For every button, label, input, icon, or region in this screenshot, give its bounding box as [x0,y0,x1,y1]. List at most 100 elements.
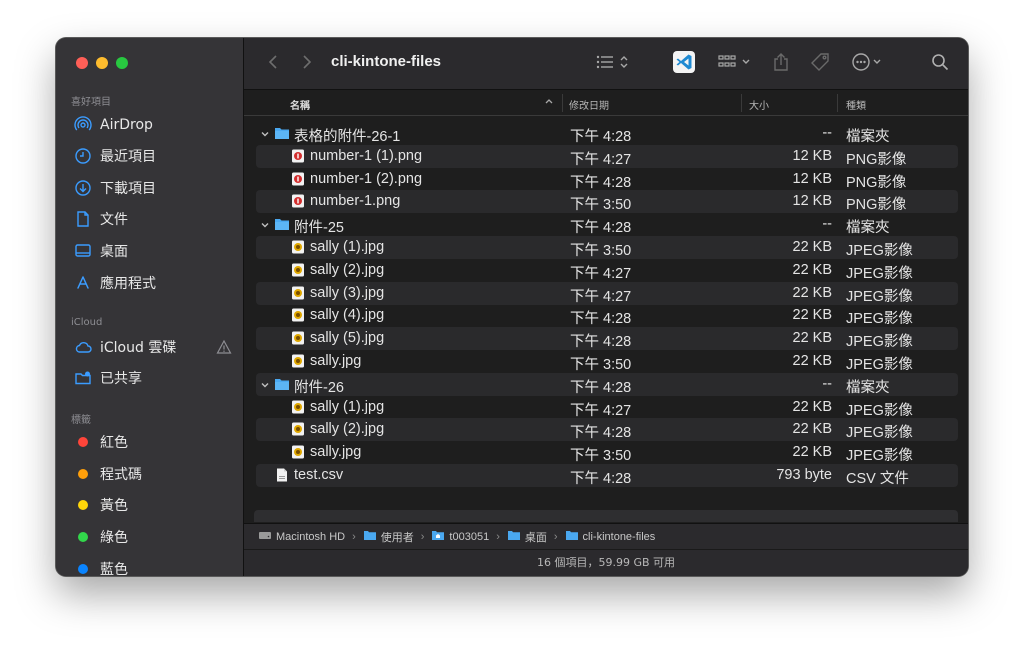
sidebar-item-label: 應用程式 [100,276,156,292]
png-file-icon [290,194,306,208]
zoom-button[interactable] [116,57,128,69]
column-size[interactable]: 大小 [749,97,769,112]
action-button[interactable] [848,52,888,76]
status-bar: 16 個項目，59.99 GB 可用 [244,549,968,576]
folder-row[interactable]: 表格的附件-26-1 下午 4:28 -- 檔案夾 [256,122,958,145]
sidebar-tag-green[interactable]: 綠色 [74,524,234,550]
file-kind: 檔案夾 [846,220,890,237]
file-name: number-1.png [310,193,401,210]
path-segment[interactable]: 使用者 [363,529,414,545]
file-kind: JPEG影像 [846,334,913,351]
file-size: 22 KB [792,330,833,347]
forward-button[interactable] [298,52,316,76]
column-date[interactable]: 修改日期 [569,97,609,112]
close-button[interactable] [76,57,88,69]
file-date: 下午 4:27 [570,265,632,282]
folder-icon [274,126,290,140]
file-row[interactable]: sally (1).jpg 下午 4:27 22 KB JPEG影像 [256,396,958,419]
sidebar-item-airdrop[interactable]: AirDrop [74,112,234,138]
folder-icon [507,529,521,544]
file-row[interactable]: sally.jpg 下午 3:50 22 KB JPEG影像 [256,441,958,464]
file-name: sally (1).jpg [310,398,385,415]
path-segment[interactable]: t003051 [431,529,489,544]
jpeg-file-icon [290,263,306,277]
file-row[interactable]: sally (1).jpg 下午 3:50 22 KB JPEG影像 [256,236,958,259]
file-kind: JPEG影像 [846,402,913,419]
column-separator[interactable] [741,94,742,112]
path-segment[interactable]: Macintosh HD [258,529,345,544]
column-separator[interactable] [837,94,838,112]
sidebar-item-label: 黃色 [100,498,128,514]
download-icon [74,179,92,197]
sidebar-item-label: iCloud 雲碟 [100,340,177,356]
sidebar-item-documents[interactable]: 文件 [74,206,234,232]
column-separator[interactable] [562,94,563,112]
jpeg-file-icon [290,422,306,436]
file-row[interactable]: sally (2).jpg 下午 4:27 22 KB JPEG影像 [256,259,958,282]
back-button[interactable] [264,52,282,76]
sidebar-item-downloads[interactable]: 下載項目 [74,175,234,201]
column-kind[interactable]: 種類 [846,97,866,112]
grid-icon [718,54,754,74]
sidebar-item-icloud-drive[interactable]: iCloud 雲碟 [74,334,234,360]
file-date: 下午 4:28 [570,129,632,145]
file-row[interactable]: number-1.png 下午 3:50 12 KB PNG影像 [256,190,958,214]
disclosure-chevron-icon[interactable] [260,218,270,228]
warning-icon[interactable] [216,339,232,355]
file-name: sally (3).jpg [310,284,385,301]
sort-ascending-icon[interactable] [544,96,554,109]
file-kind: 檔案夾 [846,379,890,396]
tags-button[interactable] [808,52,832,76]
sidebar-item-shared[interactable]: 已共享 [74,365,234,391]
file-kind: JPEG影像 [846,243,913,259]
file-row[interactable]: number-1 (2).png 下午 4:28 12 KB PNG影像 [256,168,958,191]
sidebar-tag-blue[interactable]: 藍色 [74,556,234,576]
jpeg-file-icon [290,331,306,345]
file-size: 22 KB [792,239,833,255]
search-button[interactable] [928,52,952,76]
toolbar: cli-kintone-files [244,38,968,90]
vscode-button[interactable] [672,51,696,76]
file-date: 下午 4:27 [570,288,632,305]
chevron-right-icon: › [420,530,425,543]
sidebar-item-label: 已共享 [100,371,142,387]
jpeg-file-icon [290,240,306,254]
folder-row[interactable]: 附件-26 下午 4:28 -- 檔案夾 [256,372,958,396]
sidebar-item-desktop[interactable]: 桌面 [74,238,234,264]
path-segment[interactable]: 桌面 [507,529,547,545]
file-date: 下午 3:50 [570,448,632,465]
minimize-button[interactable] [96,57,108,69]
share-icon [772,52,790,76]
file-size: 793 byte [776,467,832,483]
favorites-heading: 喜好項目 [71,97,111,108]
path-segment[interactable]: cli-kintone-files [565,529,655,544]
sidebar-tag-yellow[interactable]: 黃色 [74,492,234,518]
sidebar-item-applications[interactable]: 應用程式 [74,270,234,296]
chevron-right-icon: › [352,530,356,543]
group-button[interactable] [716,52,756,76]
file-row[interactable]: sally (4).jpg 下午 4:28 22 KB JPEG影像 [256,304,958,327]
file-name: test.csv [294,467,344,483]
column-name[interactable]: 名稱 [290,97,310,112]
file-date: 下午 4:28 [570,334,632,351]
file-row[interactable]: sally (3).jpg 下午 4:27 22 KB JPEG影像 [256,281,958,305]
disclosure-chevron-icon[interactable] [260,378,270,388]
list-scroll-area [254,510,958,522]
sidebar-tag-red[interactable]: 紅色 [74,429,234,455]
file-row[interactable]: number-1 (1).png 下午 4:27 12 KB PNG影像 [256,144,958,168]
disclosure-chevron-icon[interactable] [260,127,270,137]
sidebar-item-recents[interactable]: 最近項目 [74,143,234,169]
file-kind: 檔案夾 [846,129,890,145]
file-row[interactable]: sally.jpg 下午 3:50 22 KB JPEG影像 [256,350,958,373]
file-name: number-1 (1).png [310,147,423,164]
file-name: 附件-25 [294,220,344,237]
sidebar-tag-code[interactable]: 程式碼 [74,461,234,487]
file-size: 12 KB [792,147,833,164]
csv-file-icon [274,468,290,482]
file-row[interactable]: sally (2).jpg 下午 4:28 22 KB JPEG影像 [256,418,958,442]
folder-row[interactable]: 附件-25 下午 4:28 -- 檔案夾 [256,213,958,236]
file-row[interactable]: test.csv 下午 4:28 793 byte CSV 文件 [256,464,958,487]
view-options-button[interactable] [594,52,634,76]
file-row[interactable]: sally (5).jpg 下午 4:28 22 KB JPEG影像 [256,327,958,351]
share-button[interactable] [770,52,792,76]
